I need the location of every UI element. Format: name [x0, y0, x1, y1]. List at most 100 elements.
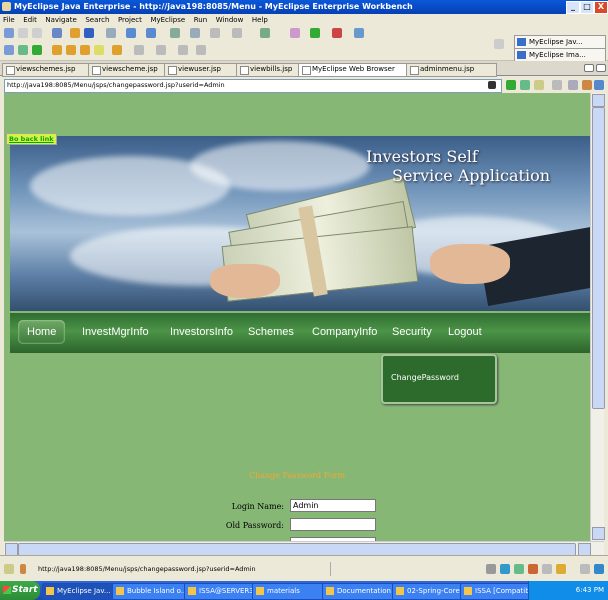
start-button[interactable]: Start — [0, 581, 40, 600]
nav-schemes[interactable]: Schemes — [248, 326, 294, 338]
status-tool8-icon[interactable] — [594, 564, 604, 574]
nav-companyinfo[interactable]: CompanyInfo — [312, 326, 377, 338]
back-icon[interactable] — [552, 80, 562, 90]
minimize-button[interactable]: _ — [566, 1, 580, 14]
maximize-button[interactable]: □ — [580, 1, 594, 14]
package2-icon[interactable] — [66, 45, 76, 55]
wand-icon[interactable] — [94, 45, 104, 55]
report-icon[interactable] — [190, 28, 200, 38]
status-tool1-icon[interactable] — [486, 564, 496, 574]
web-page-content: Investors Self Service Application Bo ba… — [4, 93, 590, 541]
menu-run[interactable]: Run — [194, 16, 207, 24]
open-perspective-icon[interactable] — [494, 39, 504, 49]
perspective-myeclipse-java[interactable]: MyEclipse Jav... — [514, 35, 606, 49]
perspective-icon — [517, 38, 526, 46]
back-icon[interactable] — [178, 45, 188, 55]
web-browser-icon[interactable] — [146, 28, 156, 38]
database-icon[interactable] — [170, 28, 180, 38]
login-name-input[interactable]: Admin — [290, 499, 376, 512]
status-tool2-icon[interactable] — [500, 564, 510, 574]
status-tool3-icon[interactable] — [514, 564, 524, 574]
copy-icon[interactable] — [210, 28, 220, 38]
refresh-icon[interactable] — [520, 80, 530, 90]
package3-icon[interactable] — [80, 45, 90, 55]
open-type-icon[interactable] — [106, 28, 116, 38]
old-password-input[interactable] — [290, 518, 376, 531]
green-run-icon[interactable] — [32, 45, 42, 55]
login-name-label: Login Name: — [231, 502, 284, 511]
next-annotation-icon[interactable] — [134, 45, 144, 55]
document-icon — [396, 587, 404, 595]
server-start-icon[interactable] — [70, 28, 80, 38]
horizontal-scrollbar[interactable] — [4, 541, 604, 556]
form-title: Change Password Form — [248, 471, 346, 480]
new-icon[interactable] — [4, 28, 14, 38]
browser-settings-icon[interactable] — [594, 80, 604, 90]
main-toolbar: MyEclipse Jav... MyEclipse Ima... — [0, 25, 608, 62]
menu-help[interactable]: Help — [252, 16, 268, 24]
old-password-label: Old Password: — [225, 521, 284, 530]
new-project-icon[interactable] — [4, 45, 14, 55]
vertical-scroll-thumb[interactable] — [592, 107, 605, 409]
server-icon — [188, 587, 196, 595]
edit-icon[interactable] — [112, 45, 122, 55]
status-tool6-icon[interactable] — [556, 564, 566, 574]
print-icon[interactable] — [32, 28, 42, 38]
tab-viewschemes[interactable]: viewschemes.jsp — [2, 63, 101, 77]
scroll-down-icon[interactable] — [592, 527, 605, 540]
window-icon — [464, 587, 472, 595]
run-icon[interactable] — [310, 28, 320, 38]
external-tools-icon[interactable] — [332, 28, 342, 38]
jsp-file-icon — [168, 66, 177, 75]
nav-investorsinfo[interactable]: InvestorsInfo — [170, 326, 233, 338]
package-icon[interactable] — [52, 45, 62, 55]
perspective-icon — [517, 51, 526, 59]
nav-home[interactable]: Home — [18, 320, 66, 344]
debug-icon[interactable] — [290, 28, 300, 38]
status-tool4-icon[interactable] — [528, 564, 538, 574]
go-icon[interactable] — [506, 80, 516, 90]
menu-file[interactable]: File — [3, 16, 15, 24]
close-button[interactable]: X — [594, 1, 608, 14]
tab-adminmenu[interactable]: adminmenu.jsp — [406, 63, 497, 77]
status-tool7-icon[interactable] — [580, 564, 590, 574]
nav-security[interactable]: Security — [392, 326, 432, 338]
editor-tabs: viewschemes.jsp viewscheme.jsp viewuser.… — [0, 61, 608, 77]
search-icon[interactable] — [232, 28, 242, 38]
forward-icon[interactable] — [582, 80, 592, 90]
back-link[interactable]: Bo back link — [6, 133, 57, 145]
nav-logout[interactable]: Logout — [448, 326, 482, 338]
deploy-icon[interactable] — [52, 28, 62, 38]
menu-edit[interactable]: Edit — [23, 16, 37, 24]
menu-navigate[interactable]: Navigate — [45, 16, 76, 24]
menu-window[interactable]: Window — [216, 16, 244, 24]
vertical-scrollbar[interactable] — [590, 93, 605, 541]
url-dropdown-icon[interactable] — [488, 81, 496, 89]
forward-icon[interactable] — [196, 45, 206, 55]
minimize-view-icon[interactable] — [584, 64, 594, 72]
menu-project[interactable]: Project — [118, 16, 142, 24]
server-stop-icon[interactable] — [84, 28, 94, 38]
scroll-up-icon[interactable] — [592, 94, 605, 107]
open-folder-icon[interactable] — [18, 45, 28, 55]
web-icon[interactable] — [126, 28, 136, 38]
security-submenu: ChangePassword — [381, 354, 497, 404]
prev-annotation-icon[interactable] — [156, 45, 166, 55]
stop-icon[interactable] — [568, 80, 578, 90]
view-icon[interactable] — [260, 28, 270, 38]
url-input[interactable]: http://java198:8085/Menu/jsps/changepass… — [4, 79, 502, 93]
folder-icon — [256, 587, 264, 595]
clock[interactable]: 6:43 PM — [576, 586, 604, 594]
perspective-myeclipse-image[interactable]: MyEclipse Ima... — [514, 48, 606, 62]
maximize-view-icon[interactable] — [596, 64, 606, 72]
submenu-change-password[interactable]: ChangePassword — [391, 373, 459, 382]
menu-myeclipse[interactable]: MyEclipse — [150, 16, 185, 24]
home-icon[interactable] — [534, 80, 544, 90]
status-divider — [330, 562, 431, 576]
new-java-class-icon[interactable] — [354, 28, 364, 38]
tab-web-browser[interactable]: MyEclipse Web Browser — [298, 63, 419, 77]
nav-investmgrinfo[interactable]: InvestMgrInfo — [82, 326, 149, 338]
status-tool5-icon[interactable] — [542, 564, 552, 574]
menu-search[interactable]: Search — [85, 16, 109, 24]
save-icon[interactable] — [18, 28, 28, 38]
